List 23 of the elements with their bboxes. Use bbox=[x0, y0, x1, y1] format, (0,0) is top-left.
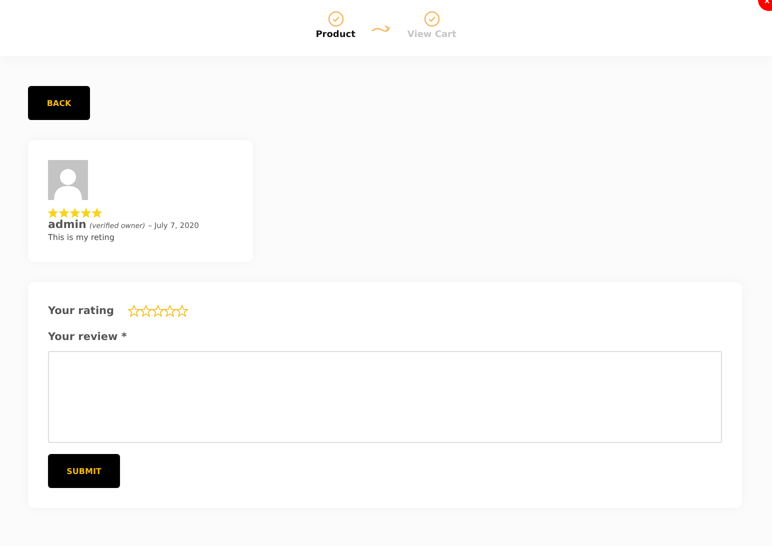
star-outline-icon[interactable] bbox=[128, 305, 140, 317]
author-name: admin bbox=[48, 218, 86, 231]
rating-label: Your rating bbox=[48, 305, 114, 317]
step-tab[interactable]: Product bbox=[316, 30, 356, 40]
star-icon bbox=[92, 208, 102, 218]
star-outline-icon[interactable] bbox=[176, 305, 188, 317]
star-outline-icon[interactable] bbox=[152, 305, 164, 317]
check-circle-icon bbox=[424, 11, 440, 27]
star-icon bbox=[70, 208, 80, 218]
star-icon bbox=[81, 208, 91, 218]
check-circle-icon bbox=[328, 11, 344, 27]
avatar-icon bbox=[48, 160, 88, 200]
arrow-icon bbox=[371, 24, 392, 34]
star-outline-icon[interactable] bbox=[164, 305, 176, 317]
submit-button[interactable]: SUBMIT bbox=[48, 454, 120, 488]
review-text: This is my reting bbox=[48, 233, 114, 242]
star-icon bbox=[48, 208, 58, 218]
star-outline-icon[interactable] bbox=[140, 305, 152, 317]
review-field[interactable] bbox=[48, 351, 722, 443]
close-icon[interactable] bbox=[758, 0, 772, 11]
review-label: Your review * bbox=[48, 331, 127, 343]
star-icon bbox=[59, 208, 69, 218]
back-button[interactable]: BACK bbox=[28, 86, 90, 120]
